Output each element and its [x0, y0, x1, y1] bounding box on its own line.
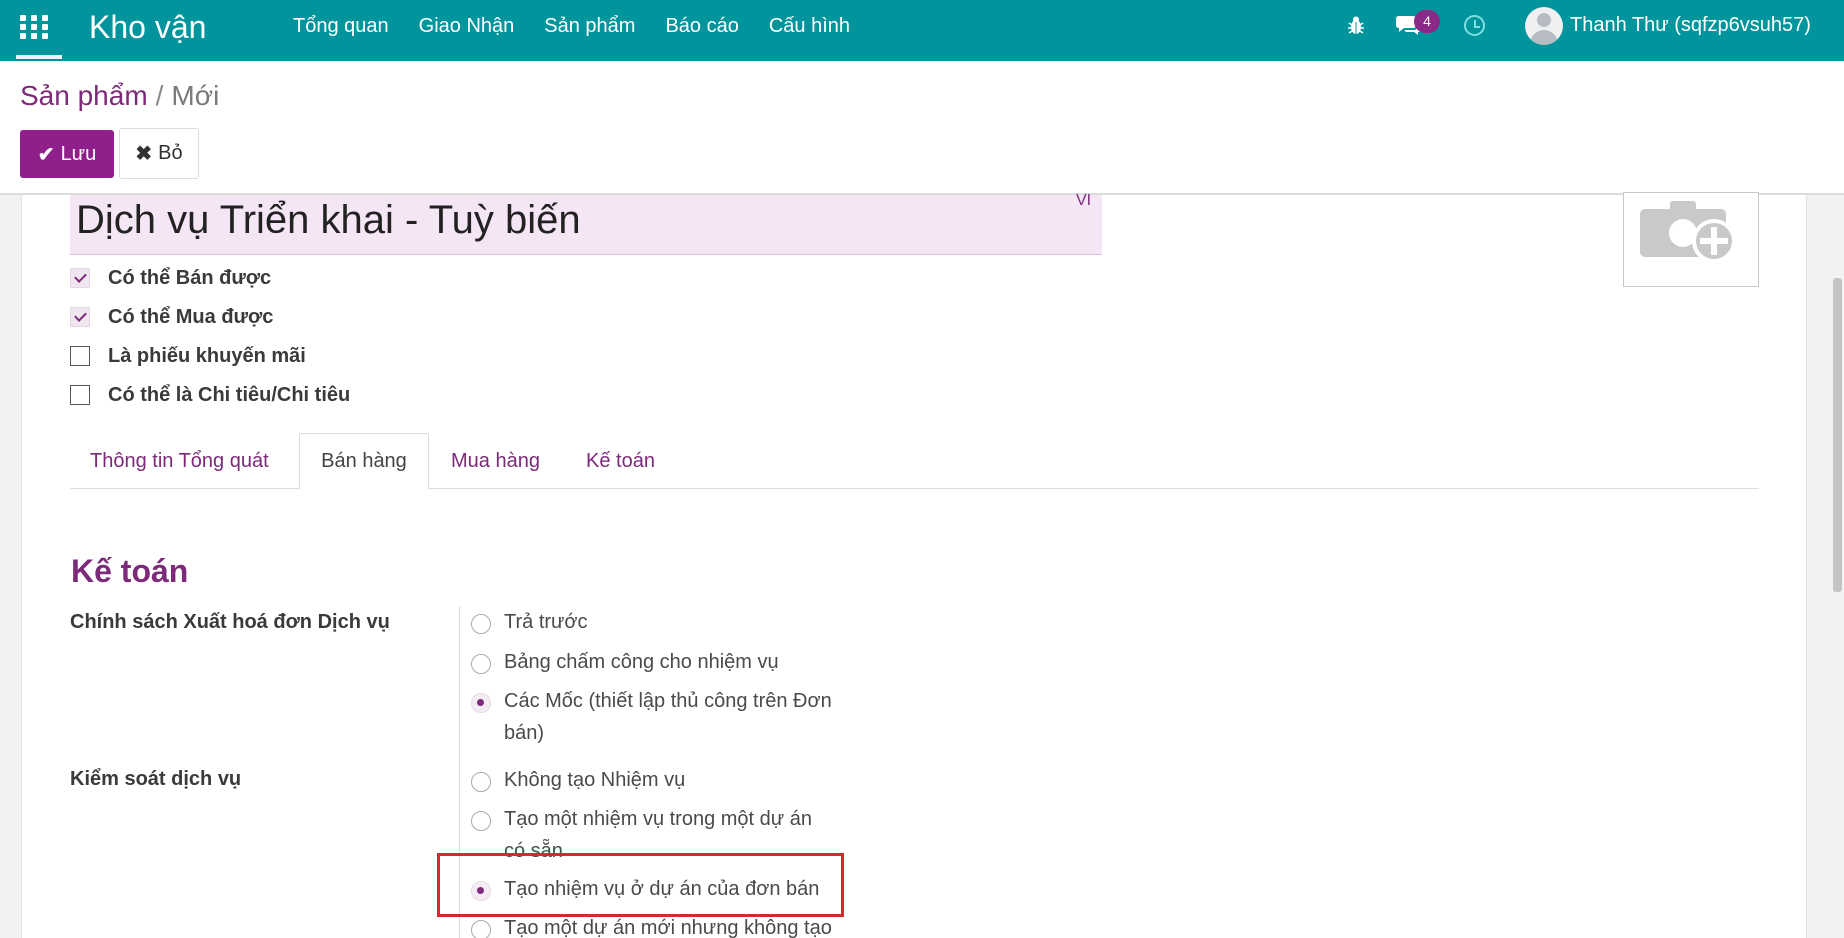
product-image-field[interactable] — [1623, 192, 1759, 287]
can-be-expensed-label: Có thể là Chi tiêu/Chi tiêu — [108, 383, 351, 406]
invoice-policy-option-prepaid[interactable]: Trả trước — [471, 611, 588, 638]
debug-bug-icon[interactable] — [1347, 15, 1365, 35]
messages-count-badge: 4 — [1414, 10, 1440, 33]
can-be-purchased-checkbox[interactable] — [70, 307, 90, 327]
menu-item-configuration[interactable]: Cấu hình — [769, 15, 850, 38]
save-button-label: Lưu — [60, 142, 97, 165]
radio-label-line: Tạo một nhiệm vụ trong một dự án — [504, 808, 812, 830]
service-tracking-option-new-project[interactable]: Tạo một dự án mới nhưng không tạo — [471, 917, 832, 938]
radio-label: Không tạo Nhiệm vụ — [504, 769, 686, 791]
discard-button-label: Bỏ — [158, 142, 183, 164]
breadcrumb-separator: / — [155, 80, 164, 111]
radio-button[interactable] — [471, 614, 491, 634]
service-tracking-option-no-task[interactable]: Không tạo Nhiệm vụ — [471, 769, 685, 796]
radio-button-selected[interactable] — [471, 693, 491, 713]
activity-clock-icon[interactable] — [1464, 15, 1485, 36]
annotation-highlight-box — [437, 853, 844, 917]
radio-label-line: Các Mốc (thiết lập thủ công trên Đơn — [504, 690, 832, 712]
service-tracking-label: Kiểm soát dịch vụ — [70, 768, 242, 790]
discard-button[interactable]: ✖ Bỏ — [119, 128, 199, 179]
radio-button[interactable] — [471, 772, 491, 792]
translation-language-button[interactable]: VI — [1076, 192, 1091, 210]
radio-label: Bảng chấm công cho nhiệm vụ — [504, 651, 779, 673]
app-title[interactable]: Kho vận — [89, 8, 206, 46]
can-be-expensed-row[interactable]: Có thể là Chi tiêu/Chi tiêu — [70, 383, 350, 407]
breadcrumb: Sản phẩm / Mới — [20, 80, 219, 112]
menu-item-products[interactable]: Sản phẩm — [544, 15, 635, 38]
user-avatar[interactable] — [1525, 7, 1563, 45]
can-be-expensed-checkbox[interactable] — [70, 385, 90, 405]
breadcrumb-products-link[interactable]: Sản phẩm — [20, 80, 148, 111]
menu-item-reports[interactable]: Báo cáo — [665, 15, 738, 38]
form-tabs: Thông tin Tổng quát Bán hàng Mua hàng Kế… — [70, 433, 1759, 490]
close-icon: ✖ — [135, 143, 153, 165]
radio-label-line: bán) — [504, 722, 545, 744]
apps-menu-icon[interactable] — [20, 15, 48, 39]
can-be-purchased-row[interactable]: Có thể Mua được — [70, 305, 273, 329]
can-be-sold-label: Có thể Bán được — [108, 266, 272, 289]
invoice-policy-option-milestones[interactable]: Các Mốc (thiết lập thủ công trên Đơn bán… — [471, 690, 832, 749]
radio-button[interactable] — [471, 811, 491, 831]
tab-accounting[interactable]: Kế toán — [586, 433, 655, 489]
section-title: Kế toán — [71, 553, 189, 589]
radio-label: Trả trước — [504, 611, 588, 633]
save-button[interactable]: ✔ Lưu — [20, 130, 114, 178]
tab-general-info[interactable]: Thông tin Tổng quát — [90, 433, 269, 489]
page-scrollbar[interactable] — [1833, 278, 1842, 592]
form-sheet — [21, 195, 1807, 938]
main-menu: Tổng quan Giao Nhận Sản phẩm Báo cáo Cấu… — [293, 0, 880, 53]
breadcrumb-current: Mới — [171, 80, 220, 111]
menu-item-overview[interactable]: Tổng quan — [293, 15, 389, 38]
apps-active-indicator — [16, 55, 62, 59]
can-be-sold-row[interactable]: Có thể Bán được — [70, 266, 271, 290]
can-be-purchased-label: Có thể Mua được — [108, 305, 274, 328]
is-coupon-row[interactable]: Là phiếu khuyến mãi — [70, 344, 306, 368]
radio-label: Các Mốc (thiết lập thủ công trên Đơn bán… — [504, 685, 832, 749]
is-coupon-label: Là phiếu khuyến mãi — [108, 344, 306, 367]
top-navbar: Kho vận Tổng quan Giao Nhận Sản phẩm Báo… — [0, 0, 1844, 61]
invoice-policy-option-timesheet[interactable]: Bảng chấm công cho nhiệm vụ — [471, 651, 779, 678]
add-image-icon — [1640, 201, 1736, 261]
check-icon: ✔ — [37, 143, 55, 166]
user-menu[interactable]: Thanh Thư (sqfzp6vsuh57) — [1570, 14, 1811, 37]
can-be-sold-checkbox[interactable] — [70, 268, 90, 288]
radio-button[interactable] — [471, 920, 491, 938]
tab-sales[interactable]: Bán hàng — [299, 433, 429, 490]
menu-item-delivery[interactable]: Giao Nhận — [419, 15, 515, 38]
product-name-value[interactable]: Dịch vụ Triển khai - Tuỳ biến — [76, 196, 581, 244]
tab-purchase[interactable]: Mua hàng — [451, 433, 540, 489]
radio-button[interactable] — [471, 654, 491, 674]
is-coupon-checkbox[interactable] — [70, 346, 90, 366]
invoice-policy-label: Chính sách Xuất hoá đơn Dịch vụ — [70, 611, 390, 633]
